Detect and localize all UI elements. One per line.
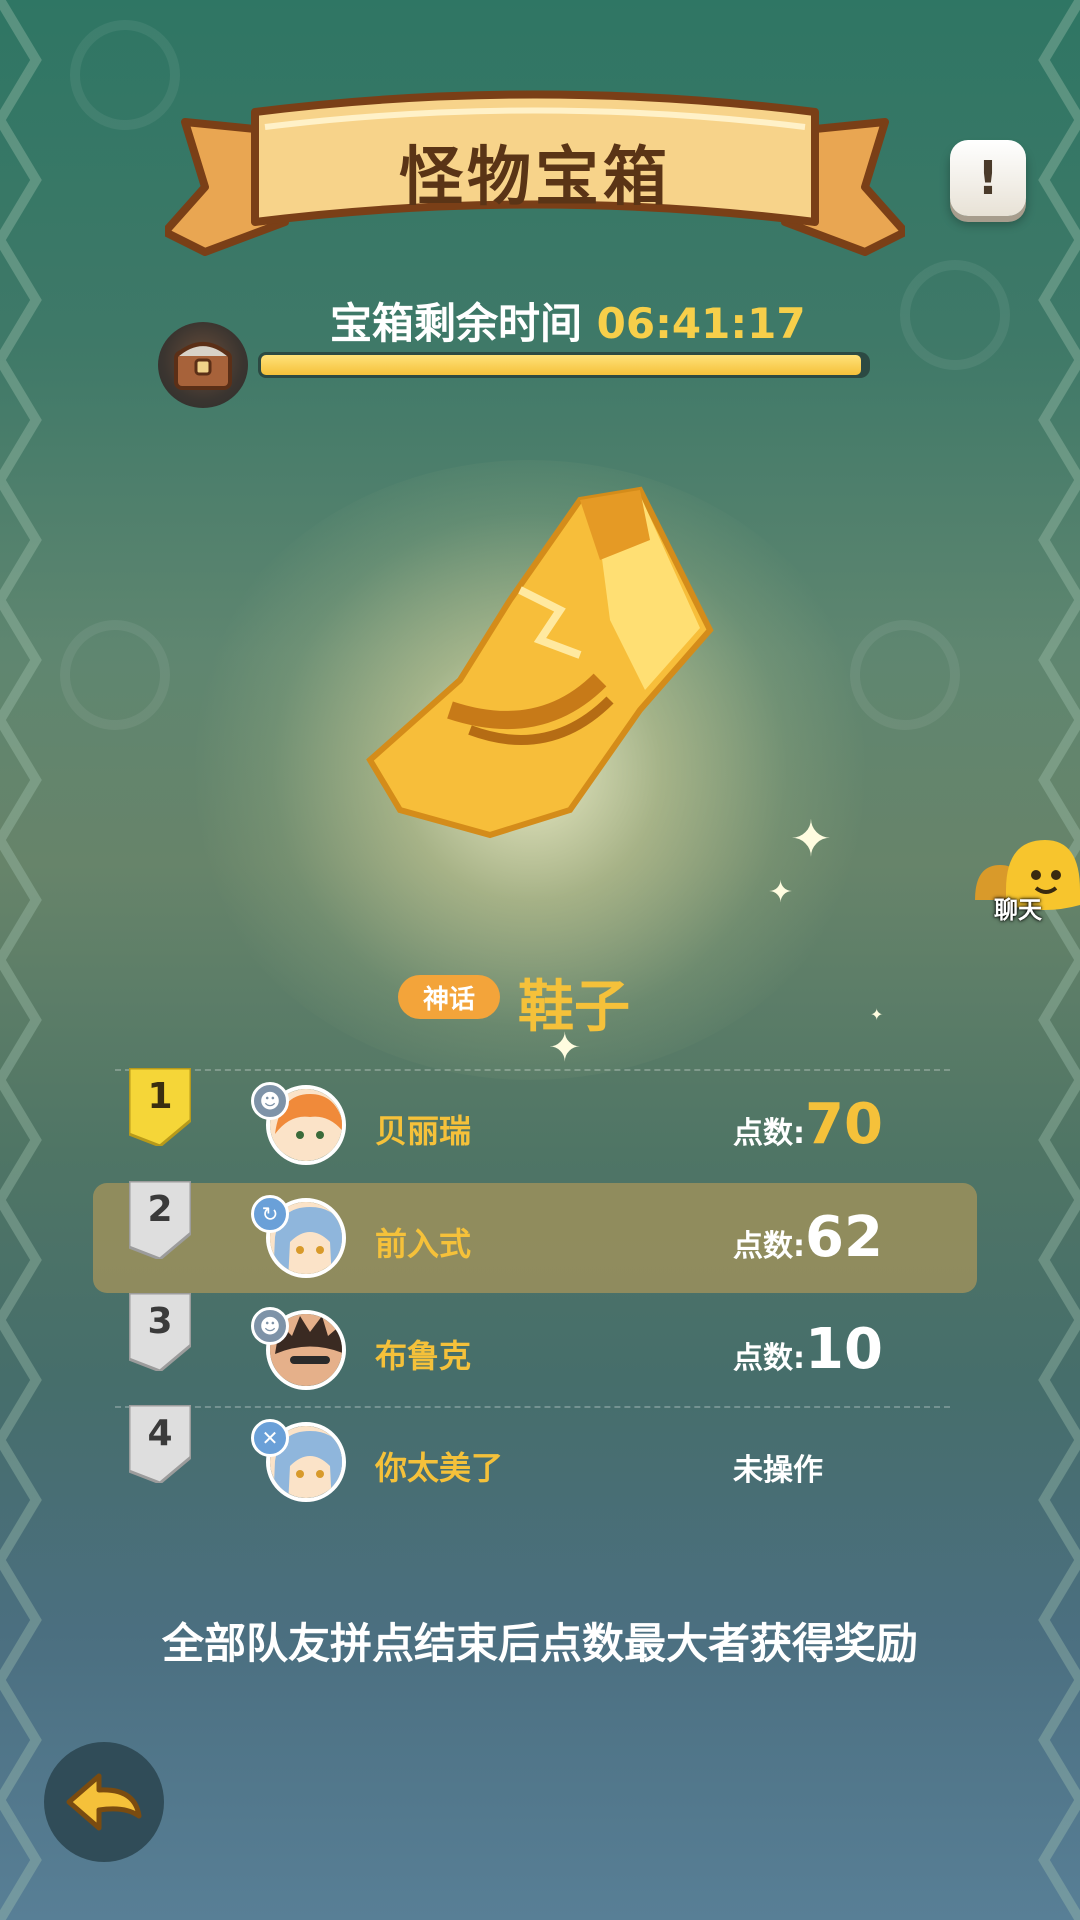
leaderboard-row[interactable]: 3 ☻ 布鲁克 点数:10: [93, 1293, 977, 1405]
rank-flag: 4: [129, 1405, 191, 1483]
rank-number: 4: [147, 1413, 173, 1454]
background-swirl: [900, 260, 1010, 370]
chat-label: 聊天: [994, 896, 1042, 924]
info-button[interactable]: !: [950, 140, 1026, 216]
back-arrow-icon: [66, 1773, 142, 1831]
background-swirl: [60, 620, 170, 730]
leaderboard-row[interactable]: 4 ✕ 你太美了 未操作: [93, 1405, 977, 1517]
player-score: 点数:10: [733, 1317, 883, 1382]
back-button[interactable]: [44, 1742, 164, 1862]
chest-timer: 宝箱剩余时间 06:41:17: [330, 290, 806, 351]
class-badge-icon: ↻: [251, 1195, 289, 1233]
class-badge-icon: ☻: [251, 1307, 289, 1345]
exclamation-icon: !: [977, 151, 999, 205]
rank-flag: 1: [129, 1068, 191, 1146]
rank-number: 2: [147, 1189, 173, 1230]
score-value: 10: [805, 1317, 883, 1382]
timer-value: 06:41:17: [596, 299, 806, 348]
reward-rule-note: 全部队友拼点结束后点数最大者获得奖励: [161, 1619, 918, 1668]
score-label: 点数:: [733, 1229, 805, 1264]
score-value: 62: [805, 1205, 883, 1270]
player-name: 贝丽瑞: [375, 1112, 472, 1150]
score-label: 点数:: [733, 1116, 805, 1151]
player-score: 点数:62: [733, 1205, 883, 1270]
class-badge-icon: ☻: [251, 1082, 289, 1120]
treasure-chest-icon: [158, 322, 248, 408]
player-score: 点数:70: [733, 1092, 883, 1157]
golden-boot-icon: [366, 486, 714, 839]
page-title: 怪物宝箱: [399, 141, 671, 215]
sparkle-icon: ✦: [870, 1005, 884, 1024]
player-status: 未操作: [733, 1453, 823, 1488]
rank-flag: 3: [129, 1293, 191, 1371]
rarity-badge: 神话: [398, 975, 500, 1019]
class-badge-icon: ✕: [251, 1419, 289, 1457]
background-swirl: [70, 20, 180, 130]
player-name: 前入式: [375, 1225, 472, 1263]
player-name: 布鲁克: [375, 1337, 472, 1375]
timer-progress-bar: [258, 352, 870, 378]
score-label: 点数:: [733, 1341, 805, 1376]
rank-number: 3: [147, 1301, 173, 1342]
timer-label: 宝箱剩余时间: [330, 299, 583, 348]
rank-number: 1: [147, 1076, 173, 1117]
score-value: 70: [805, 1092, 883, 1157]
item-name: 鞋子: [518, 975, 630, 1040]
sparkle-icon: ✦: [768, 875, 794, 910]
timer-progress-fill: [258, 352, 864, 378]
player-name: 你太美了: [375, 1449, 504, 1487]
title-banner: 怪物宝箱: [161, 82, 909, 272]
sparkle-icon: ✦: [790, 810, 832, 868]
leaderboard-row-highlighted[interactable]: 2 ↻ 前入式 点数:62: [93, 1181, 977, 1293]
rank-flag: 2: [129, 1181, 191, 1259]
leaderboard-row[interactable]: 1 ☻ 贝丽瑞 点数:70: [93, 1068, 977, 1180]
